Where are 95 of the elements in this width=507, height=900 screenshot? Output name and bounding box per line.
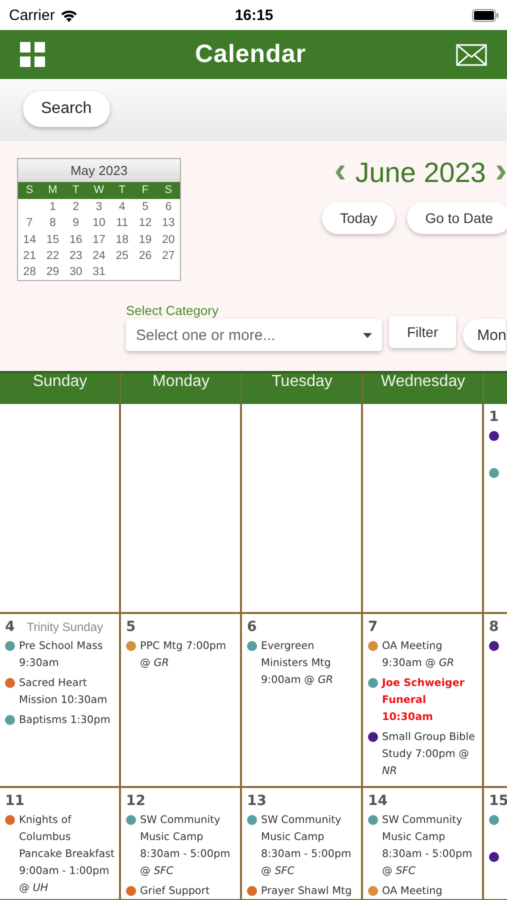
view-button[interactable]: Mon <box>463 319 506 352</box>
mini-calendar-day[interactable]: 7 <box>18 215 42 232</box>
event-text[interactable]: SW Community Music Camp 8:30am - 5:00pm @ SFC <box>140 812 237 880</box>
day-cell[interactable]: 14 SW Community Music Camp 8:30am - 5:00pm @ SFC OA Meeting <box>363 788 484 900</box>
next-month-button[interactable]: › <box>495 156 507 184</box>
mini-calendar-day[interactable]: 4 <box>110 199 134 216</box>
event-text[interactable]: Prayer Shawl Mtg <box>261 883 352 899</box>
previous-month-button[interactable]: ‹ <box>334 156 346 184</box>
dropdown-caret-icon <box>363 332 372 338</box>
mini-calendar-day[interactable]: 29 <box>41 264 64 280</box>
mini-calendar-day[interactable]: 10 <box>87 215 111 232</box>
mini-calendar-day[interactable]: 17 <box>87 232 111 248</box>
mini-calendar-day[interactable]: 25 <box>110 248 134 264</box>
mini-calendar-day[interactable]: 13 <box>156 215 180 232</box>
carrier-label: Carrier <box>9 6 55 24</box>
mini-calendar-day[interactable]: 30 <box>64 264 88 280</box>
mini-calendar-day[interactable]: 2 <box>64 199 88 216</box>
clock-time: 16:15 <box>234 6 274 24</box>
weekday-label: F <box>140 183 150 198</box>
mini-calendar-day[interactable]: 9 <box>64 215 88 232</box>
mini-calendar-day[interactable]: 16 <box>64 232 88 248</box>
month-title: June 2023 <box>355 157 486 189</box>
mail-icon[interactable] <box>456 44 487 66</box>
weekday-label: W <box>92 183 106 198</box>
day-cell[interactable]: 11 Knights of Columbus Pancake Breakfast 9:00am - 1:00pm @ UH <box>0 788 121 900</box>
screen-title: Calendar <box>194 40 307 69</box>
day-number: 5 <box>126 619 136 635</box>
grid-menu-icon[interactable] <box>20 42 45 67</box>
day-cell[interactable] <box>242 404 363 614</box>
weekday-label: T <box>71 183 80 198</box>
category-dropdown[interactable]: Select one or more... <box>126 319 382 352</box>
day-number: 11 <box>5 793 24 809</box>
event-text[interactable]: Sacred Heart Mission 10:30am <box>19 675 116 709</box>
day-number: 4 <box>5 619 15 635</box>
wifi-icon <box>60 8 78 22</box>
event-text[interactable]: Small Group Bible Study 7:00pm @ NR <box>382 729 479 780</box>
mini-calendar-day[interactable]: 6 <box>156 199 180 216</box>
mini-calendar-day[interactable]: 1 <box>41 199 64 216</box>
weekday-label: M <box>47 183 58 198</box>
event-text[interactable]: Baptisms 1:30pm <box>19 712 110 729</box>
mini-calendar-day[interactable]: 5 <box>134 199 157 216</box>
mini-calendar-day[interactable]: 31 <box>87 264 111 280</box>
mini-calendar-day[interactable]: 18 <box>110 232 134 248</box>
day-cell[interactable]: 6 Evergreen Ministers Mtg 9:00am @ GR <box>242 614 363 788</box>
mini-calendar-day[interactable]: 15 <box>41 232 64 248</box>
field-label: Select Category <box>126 303 220 318</box>
mini-calendar-day[interactable]: 3 <box>87 199 111 216</box>
event-text[interactable]: Grief Support <box>140 883 210 899</box>
event-text[interactable]: Evergreen Ministers Mtg 9:00am @ GR <box>261 638 358 689</box>
event-text[interactable]: Joe Schweiger Funeral 10:30am <box>382 675 479 726</box>
event-text[interactable]: OA Meeting <box>382 883 442 899</box>
weekday-label: S <box>164 183 174 198</box>
mini-calendar-day[interactable]: 8 <box>41 215 64 232</box>
event-text[interactable]: Knights of Columbus Pancake Breakfast 9:00am - 1:00pm @ UH <box>19 812 116 897</box>
search-button[interactable]: Search <box>23 91 110 127</box>
mini-calendar-day[interactable]: 14 <box>18 232 42 248</box>
mini-calendar-day[interactable]: 22 <box>41 248 64 264</box>
day-cell[interactable] <box>363 404 484 614</box>
day-cell[interactable]: 12 SW Community Music Camp 8:30am - 5:00pm @ SFC Grief Support <box>121 788 242 900</box>
mini-calendar-day[interactable]: 20 <box>156 232 180 248</box>
mini-calendar-day[interactable]: 24 <box>87 248 111 264</box>
day-note: Trinity Sunday <box>26 620 104 634</box>
day-number: 8 <box>489 619 499 635</box>
event-text[interactable]: Pre School Mass 9:30am <box>19 638 116 672</box>
day-number: 14 <box>368 793 388 809</box>
event-text[interactable]: SW Community Music Camp 8:30am - 5:00pm @ SFC <box>261 812 358 880</box>
day-cell[interactable] <box>0 404 121 614</box>
day-number: 7 <box>368 619 378 635</box>
day-cell[interactable]: 7 OA Meeting 9:30am @ GR Joe Schweiger Funeral 10:30am Small Group Bible Study 7:00pm @ NR <box>363 614 484 788</box>
nav-button[interactable]: Today <box>322 202 396 234</box>
day-number: 13 <box>247 793 266 809</box>
weekday-label: T <box>118 183 126 198</box>
mini-calendar-day[interactable]: 21 <box>18 248 42 264</box>
mini-calendar-title: May 2023 <box>70 163 128 178</box>
day-number: 6 <box>247 619 257 635</box>
mini-calendar-day[interactable]: 19 <box>134 232 157 248</box>
mini-calendar-day[interactable]: 26 <box>134 248 157 264</box>
mini-calendar-day[interactable]: 23 <box>64 248 88 264</box>
day-cell[interactable]: 4 Trinity Sunday Pre School Mass 9:30am Sacred Heart Mission 10:30am Baptisms 1:30pm <box>0 614 121 788</box>
day-number: 12 <box>126 793 146 809</box>
day-cell[interactable] <box>121 404 242 614</box>
battery-icon <box>472 8 499 22</box>
nav-button[interactable]: Go to Date <box>407 202 507 234</box>
mini-calendar-day[interactable]: 27 <box>156 248 180 264</box>
weekday-label: S <box>24 183 34 198</box>
filter-button[interactable]: Filter <box>389 316 456 348</box>
event-text[interactable]: PPC Mtg 7:00pm @ GR <box>140 638 237 672</box>
day-number: 1 <box>489 409 499 425</box>
event-text[interactable]: SW Community Music Camp 8:30am - 5:00pm @ SFC <box>382 812 479 880</box>
event-text[interactable]: OA Meeting 9:30am @ GR <box>382 638 479 672</box>
day-cell[interactable]: 5 PPC Mtg 7:00pm @ GR <box>121 614 242 788</box>
day-cell[interactable]: 13 SW Community Music Camp 8:30am - 5:00pm @ SFC Prayer Shawl Mtg <box>242 788 363 900</box>
mini-calendar-day[interactable]: 11 <box>110 215 134 232</box>
mini-calendar-day[interactable]: 28 <box>18 264 42 280</box>
mini-calendar-day[interactable]: 12 <box>134 215 157 232</box>
